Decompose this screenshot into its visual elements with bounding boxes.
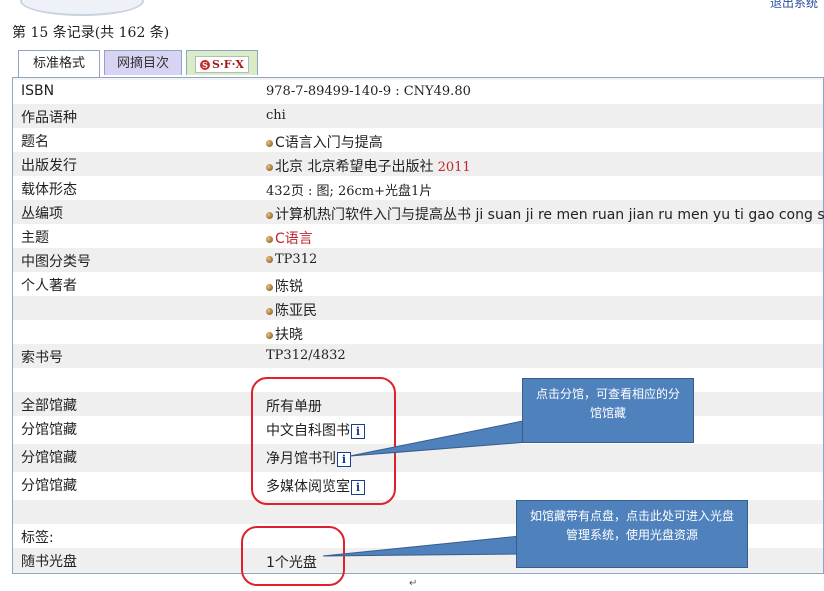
branch-callout: 点击分馆，可查看相应的分馆馆藏 (522, 378, 694, 443)
branch-callout-pointer (349, 419, 529, 457)
disc-callout: 如馆藏带有点盘，点击此处可进入光盘管理系统，使用光盘资源 (516, 500, 748, 568)
disc-callout-pointer (322, 535, 521, 557)
paragraph-mark: ↵ (409, 578, 418, 589)
